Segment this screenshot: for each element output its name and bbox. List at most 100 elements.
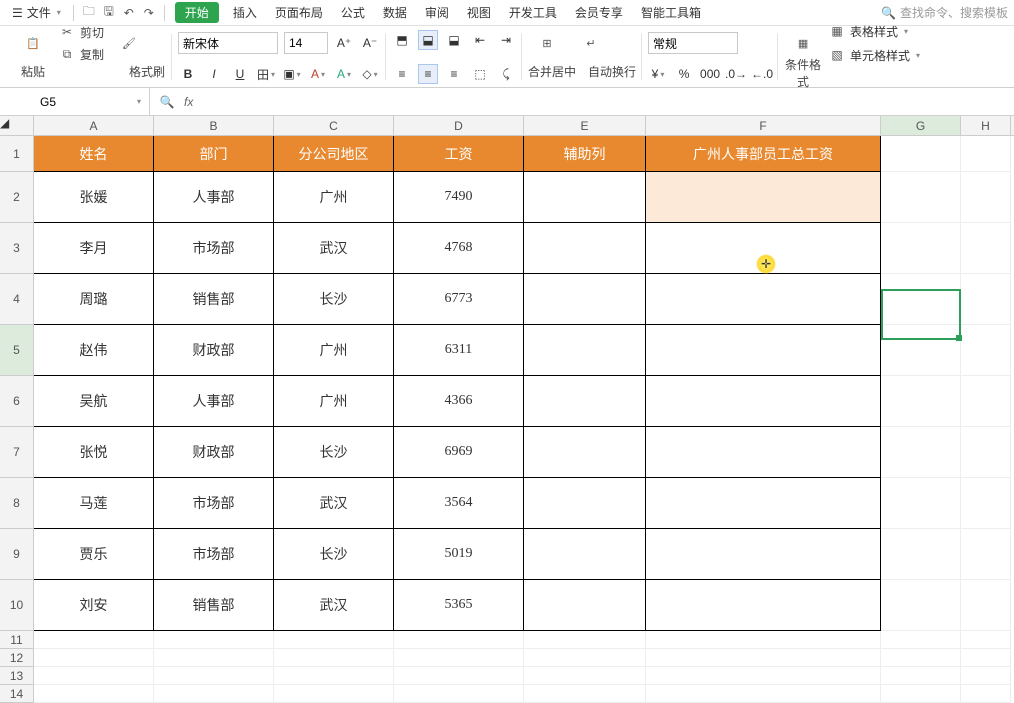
cell[interactable] [881, 529, 961, 580]
cell-total[interactable] [646, 478, 881, 529]
cell-salary[interactable]: 3564 [394, 478, 524, 529]
cell[interactable] [524, 631, 646, 649]
cell[interactable] [274, 631, 394, 649]
cell[interactable] [881, 376, 961, 427]
cell[interactable] [881, 580, 961, 631]
cell[interactable] [881, 172, 961, 223]
name-box-input[interactable] [8, 95, 88, 109]
cell[interactable] [34, 667, 154, 685]
fill-color-button[interactable]: ▣▾ [282, 64, 302, 84]
col-header-H[interactable]: H [961, 116, 1011, 135]
cell-dept[interactable]: 市场部 [154, 223, 274, 274]
increase-decimal-button[interactable]: .0→ [726, 64, 746, 84]
cell[interactable] [34, 649, 154, 667]
cell[interactable] [961, 172, 1011, 223]
cell[interactable] [394, 685, 524, 703]
header-name[interactable]: 姓名 [34, 136, 154, 172]
row-header[interactable]: 13 [0, 667, 34, 685]
cell[interactable] [394, 631, 524, 649]
cell-aux[interactable] [524, 478, 646, 529]
row-header[interactable]: 8 [0, 478, 34, 529]
cell[interactable] [394, 667, 524, 685]
undo-icon[interactable]: ↶ [120, 4, 138, 22]
row-header[interactable]: 9 [0, 529, 34, 580]
cell[interactable] [961, 631, 1011, 649]
cell-city[interactable]: 长沙 [274, 274, 394, 325]
cell-dept[interactable]: 销售部 [154, 274, 274, 325]
row-header[interactable]: 6 [0, 376, 34, 427]
name-box[interactable]: ▾ [0, 88, 150, 115]
cell[interactable] [881, 631, 961, 649]
col-header-A[interactable]: A [34, 116, 154, 135]
tab-dev[interactable]: 开发工具 [501, 2, 565, 23]
cell[interactable] [154, 631, 274, 649]
cell[interactable] [646, 685, 881, 703]
decrease-font-button[interactable]: A⁻ [360, 33, 380, 53]
cell[interactable] [524, 649, 646, 667]
cell-salary[interactable]: 5019 [394, 529, 524, 580]
italic-button[interactable]: I [204, 64, 224, 84]
cell[interactable] [394, 649, 524, 667]
highlight-button[interactable]: A▾ [334, 64, 354, 84]
cell-aux[interactable] [524, 427, 646, 478]
tab-start[interactable]: 开始 [175, 2, 219, 23]
header-total[interactable]: 广州人事部员工总工资 [646, 136, 881, 172]
align-middle-button[interactable]: ⬓ [418, 30, 438, 50]
select-all-corner[interactable]: ◢ [0, 116, 34, 135]
cell-total[interactable] [646, 172, 881, 223]
orientation-button[interactable]: ⤹ [496, 64, 516, 84]
row-header[interactable]: 10 [0, 580, 34, 631]
cell[interactable] [961, 427, 1011, 478]
row-header[interactable]: 2 [0, 172, 34, 223]
cell-total[interactable] [646, 325, 881, 376]
cell-aux[interactable] [524, 325, 646, 376]
cell-salary[interactable]: 6311 [394, 325, 524, 376]
cell[interactable] [961, 667, 1011, 685]
cell[interactable] [881, 136, 961, 172]
col-header-F[interactable]: F [646, 116, 881, 135]
cut-button[interactable]: ✂剪切 [58, 23, 104, 41]
row-header[interactable]: 3 [0, 223, 34, 274]
cell-aux[interactable] [524, 376, 646, 427]
file-menu[interactable]: ☰ 文件 ▾ [6, 2, 67, 23]
cell-salary[interactable]: 6773 [394, 274, 524, 325]
cell-city[interactable]: 武汉 [274, 223, 394, 274]
cell-city[interactable]: 长沙 [274, 427, 394, 478]
cell-total[interactable] [646, 580, 881, 631]
cell[interactable] [961, 274, 1011, 325]
effects-button[interactable]: ◇▾ [360, 64, 380, 84]
cell-dept[interactable]: 财政部 [154, 325, 274, 376]
zoom-icon[interactable]: 🔍 [158, 93, 176, 111]
tab-formula[interactable]: 公式 [333, 2, 373, 23]
col-header-D[interactable]: D [394, 116, 524, 135]
cell-dept[interactable]: 市场部 [154, 529, 274, 580]
indent-right-button[interactable]: ⇥ [496, 30, 516, 50]
cell-aux[interactable] [524, 580, 646, 631]
command-search[interactable]: 🔍 查找命令、搜索模板 [881, 4, 1008, 21]
cell[interactable] [274, 667, 394, 685]
cell-city[interactable]: 广州 [274, 376, 394, 427]
decrease-decimal-button[interactable]: ←.0 [752, 64, 772, 84]
cell-name[interactable]: 张悦 [34, 427, 154, 478]
cell[interactable] [961, 325, 1011, 376]
tab-review[interactable]: 审阅 [417, 2, 457, 23]
cell[interactable] [881, 427, 961, 478]
cell-city[interactable]: 广州 [274, 325, 394, 376]
cell-name[interactable]: 赵伟 [34, 325, 154, 376]
header-aux[interactable]: 辅助列 [524, 136, 646, 172]
cell[interactable] [961, 376, 1011, 427]
cell-name[interactable]: 马莲 [34, 478, 154, 529]
tab-view[interactable]: 视图 [459, 2, 499, 23]
cell[interactable] [34, 631, 154, 649]
cell[interactable] [154, 685, 274, 703]
format-painter-button[interactable]: 🖌 [110, 32, 148, 54]
align-top-button[interactable]: ⬒ [392, 30, 412, 50]
bold-button[interactable]: B [178, 64, 198, 84]
increase-font-button[interactable]: A⁺ [334, 33, 354, 53]
cell[interactable] [881, 325, 961, 376]
font-color-button[interactable]: A▾ [308, 64, 328, 84]
merge-across-button[interactable]: ⬚ [470, 64, 490, 84]
tab-insert[interactable]: 插入 [225, 2, 265, 23]
formula-input[interactable] [201, 94, 1006, 109]
cell[interactable] [154, 667, 274, 685]
